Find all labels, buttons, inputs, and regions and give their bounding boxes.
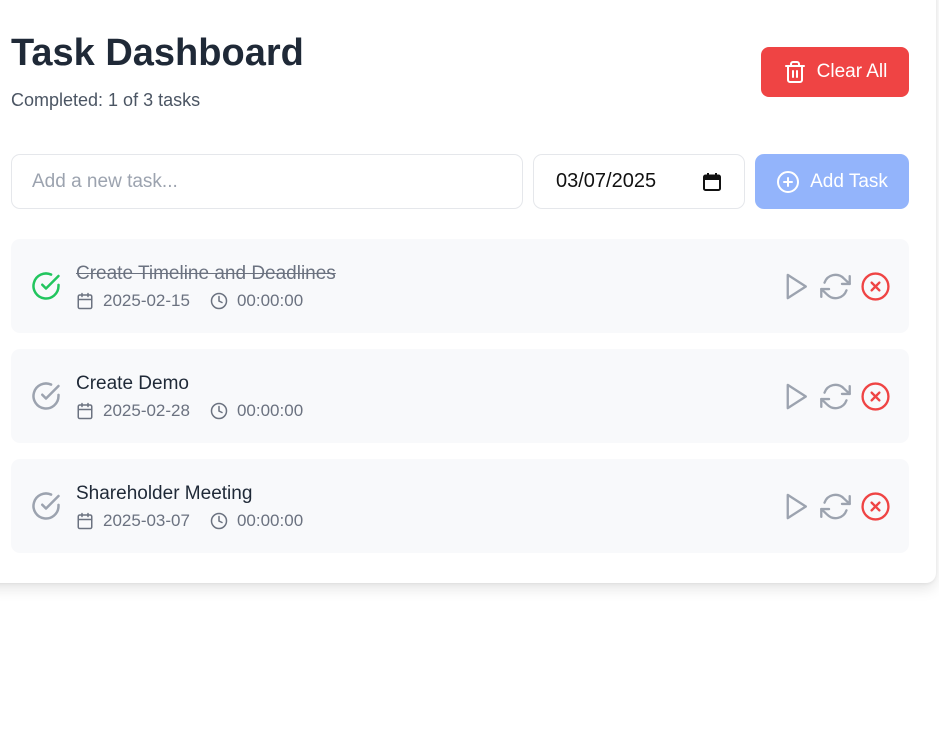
add-task-button[interactable]: Add Task	[755, 154, 909, 209]
calendar-icon	[76, 402, 94, 420]
x-circle-icon[interactable]	[860, 491, 891, 522]
play-icon[interactable]	[780, 491, 811, 522]
task-title: Create Demo	[76, 373, 189, 394]
task-actions	[780, 271, 891, 302]
check-circle-icon[interactable]	[31, 381, 61, 411]
task-date: 2025-03-07	[103, 511, 190, 530]
clock-icon	[210, 512, 228, 530]
add-task-label: Add Task	[810, 170, 888, 192]
clock-icon	[210, 292, 228, 310]
refresh-icon[interactable]	[820, 491, 851, 522]
calendar-icon	[76, 292, 94, 310]
x-circle-icon[interactable]	[860, 381, 891, 412]
due-date-value: 03/07/2025	[556, 170, 657, 192]
completed-count: Completed: 1 of 3 tasks	[11, 90, 201, 110]
task-title: Shareholder Meeting	[76, 483, 253, 504]
task-time: 00:00:00	[236, 511, 304, 530]
x-circle-icon[interactable]	[860, 271, 891, 302]
clock-icon	[210, 402, 228, 420]
task-meta: 2025-03-07 00:00:00	[76, 510, 303, 532]
page-title: Task Dashboard	[11, 32, 304, 74]
task-actions	[780, 381, 891, 412]
calendar-icon	[76, 512, 94, 530]
task-title: Create Timeline and Deadlines	[76, 263, 336, 284]
task-item: Shareholder Meeting 2025-03-07 00:00:00	[11, 459, 909, 553]
task-time: 00:00:00	[236, 291, 304, 310]
play-icon[interactable]	[780, 271, 811, 302]
plus-circle-icon	[776, 170, 800, 194]
task-actions	[780, 491, 891, 522]
clear-all-button[interactable]: Clear All	[761, 47, 909, 97]
clear-all-label: Clear All	[816, 61, 888, 82]
task-item: Create Demo 2025-02-28 00:00:00	[11, 349, 909, 443]
task-item: Create Timeline and Deadlines 2025-02-15…	[11, 239, 909, 333]
task-date: 2025-02-28	[103, 401, 190, 420]
due-date-input[interactable]: 03/07/2025	[533, 154, 745, 209]
task-meta: 2025-02-28 00:00:00	[76, 400, 303, 422]
check-circle-icon[interactable]	[31, 491, 61, 521]
task-time: 00:00:00	[236, 401, 304, 420]
task-date: 2025-02-15	[103, 291, 190, 310]
trash-icon	[783, 60, 807, 84]
task-meta: 2025-02-15 00:00:00	[76, 290, 303, 312]
new-task-input[interactable]	[11, 154, 523, 209]
refresh-icon[interactable]	[820, 381, 851, 412]
calendar-icon[interactable]	[702, 172, 722, 192]
play-icon[interactable]	[780, 381, 811, 412]
refresh-icon[interactable]	[820, 271, 851, 302]
check-circle-icon[interactable]	[31, 271, 61, 301]
